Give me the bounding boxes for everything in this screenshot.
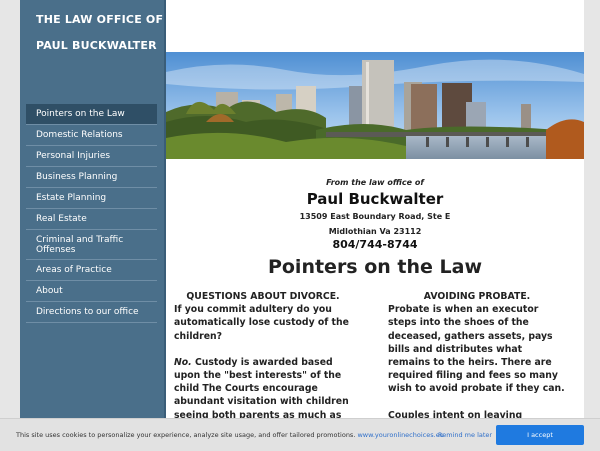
cookie-link[interactable]: www.youronlinechoices.eu [357,431,443,439]
sidebar: THE LAW OFFICE OF PAUL BUCKWALTER Pointe… [20,0,164,450]
page-margin-left [0,0,20,450]
page-margin-right [582,0,600,450]
city-skyline-banner [166,52,584,159]
divorce-heading: QUESTIONS ABOUT DIVORCE. [186,291,340,302]
nav-item-estate-planning[interactable]: Estate Planning [26,188,157,209]
nav-item-about[interactable]: About [26,281,157,302]
divorce-question: If you commit adultery do you automatica… [174,304,349,342]
site-title-line2: PAUL BUCKWALTER [36,39,157,52]
nav-item-criminal-and-traffic[interactable]: Criminal and Traffic Offenses [26,230,157,260]
probate-paragraph-1: Probate is when an executor steps into t… [388,304,565,395]
site-title: THE LAW OFFICE OF PAUL BUCKWALTER [20,0,164,96]
accept-cookies-button[interactable]: I accept [496,425,584,445]
header-from: From the law office of [326,178,424,187]
nav-item-pointers-on-the-law[interactable]: Pointers on the Law [26,104,157,125]
page-title: Pointers on the Law [267,256,483,278]
nav-menu: Pointers on the Law Domestic Relations P… [26,104,157,323]
cookie-message-text: This site uses cookies to personalize yo… [16,431,356,439]
nav-item-business-planning[interactable]: Business Planning [26,167,157,188]
nav-item-personal-injuries[interactable]: Personal Injuries [26,146,157,167]
cookie-message: This site uses cookies to personalize yo… [16,431,444,439]
header-address-line1: 13509 East Boundary Road, Ste E [299,212,451,221]
probate-column: AVOIDING PROBATE. Probate is when an exe… [388,290,566,435]
remind-later-button[interactable]: Remind me later [438,431,492,439]
header-phone: 804/744-8744 [332,238,418,251]
site-title-line1: THE LAW OFFICE OF [36,13,164,26]
probate-heading: AVOIDING PROBATE. [423,291,531,302]
nav-item-domestic-relations[interactable]: Domestic Relations [26,125,157,146]
divorce-answer-no: No. [174,356,192,368]
header-address-line2: Midlothian Va 23112 [328,227,422,236]
nav-item-real-estate[interactable]: Real Estate [26,209,157,230]
nav-item-directions[interactable]: Directions to our office [26,302,157,323]
header-name: Paul Buckwalter [306,190,444,208]
cookie-banner: This site uses cookies to personalize yo… [0,418,600,451]
nav-item-areas-of-practice[interactable]: Areas of Practice [26,260,157,281]
main-content: From the law office of Paul Buckwalter 1… [164,0,584,450]
divorce-column: QUESTIONS ABOUT DIVORCE. If you commit a… [174,290,352,435]
